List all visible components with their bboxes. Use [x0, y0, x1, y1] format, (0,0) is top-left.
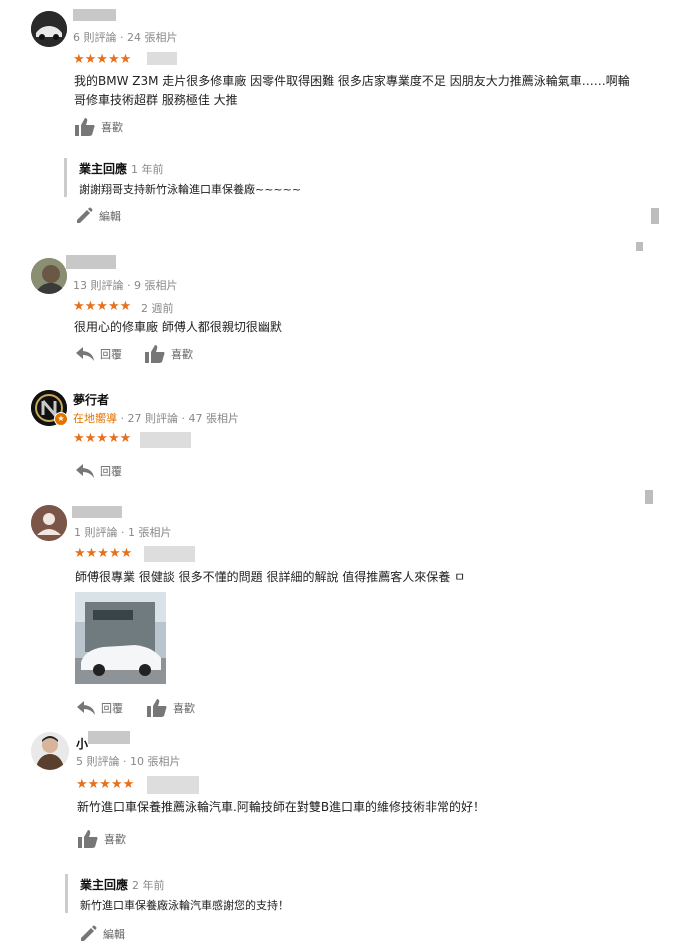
owner-reply-text: 謝謝翔哥支持新竹泳輪進口車保養廠~~~~~ — [79, 183, 302, 196]
reviewer-name[interactable]: 小 — [76, 735, 88, 752]
like-button[interactable]: 喜歡 — [147, 699, 195, 717]
review-time-redacted — [147, 52, 177, 65]
like-button[interactable]: 喜歡 — [78, 830, 126, 848]
reviewer-name-redacted[interactable] — [72, 506, 122, 518]
avatar-photo — [31, 732, 69, 770]
reply-icon — [76, 464, 94, 478]
reply-button[interactable]: 回覆 — [76, 463, 122, 479]
like-label: 喜歡 — [171, 348, 193, 361]
reviewer-meta: 6 則評論 · 24 張相片 — [73, 31, 178, 44]
reply-label: 回覆 — [100, 465, 122, 478]
reply-button[interactable]: 回覆 — [77, 700, 123, 716]
reviewer-name-redacted[interactable] — [73, 9, 116, 21]
reviewer-meta: 在地嚮導 · 27 則評論 · 47 張相片 — [73, 410, 239, 426]
review-time-redacted — [147, 776, 199, 794]
reply-label: 回覆 — [100, 348, 122, 361]
scrollbar-marker[interactable] — [645, 490, 653, 504]
reviewer-meta: 5 則評論 · 10 張相片 — [76, 755, 181, 768]
reply-label: 回覆 — [101, 702, 123, 715]
star-rating: ★★★★★ — [73, 299, 132, 314]
like-button[interactable]: 喜歡 — [145, 345, 193, 363]
avatar-car-image — [31, 11, 67, 47]
car-photo-image — [75, 592, 166, 684]
like-button[interactable]: 喜歡 — [75, 118, 123, 136]
star-rating: ★★★★★ — [76, 777, 135, 792]
like-label: 喜歡 — [104, 833, 126, 846]
star-rating: ★★★★★ — [74, 546, 133, 561]
avatar-photo — [31, 258, 67, 294]
reviewer-avatar[interactable] — [31, 505, 67, 541]
review-time-redacted — [144, 546, 195, 562]
owner-reply-label: 業主回應 — [80, 878, 129, 892]
review-text: 很用心的修車廠 師傅人都很親切很幽默 — [74, 320, 282, 334]
star-rating: ★★★★★ — [73, 52, 132, 67]
scrollbar-marker[interactable] — [651, 208, 659, 224]
edit-reply-button[interactable]: 編輯 — [79, 925, 125, 943]
reply-button[interactable]: 回覆 — [76, 346, 122, 362]
reviewer-avatar[interactable] — [31, 11, 67, 47]
reviewer-name-redacted[interactable] — [66, 255, 116, 269]
pencil-icon — [81, 925, 97, 941]
reviewer-avatar[interactable] — [31, 258, 67, 294]
pencil-icon — [77, 207, 93, 223]
owner-reply-text: 新竹進口車保養廠泳輪汽車感謝您的支持！ — [80, 899, 289, 912]
reviewer-meta: 13 則評論 · 9 張相片 — [73, 279, 178, 292]
reviewer-stats: · 27 則評論 · 47 張相片 — [120, 412, 239, 425]
reply-icon — [77, 701, 95, 715]
like-label: 喜歡 — [173, 702, 195, 715]
scrollbar-marker[interactable] — [636, 242, 643, 251]
star-rating: ★★★★★ — [73, 431, 132, 446]
thumb-up-icon — [75, 118, 95, 136]
reviewer-meta: 1 則評論 · 1 張相片 — [74, 526, 172, 539]
owner-reply: 業主回應 1 年前 謝謝翔哥支持新竹泳輪進口車保養廠~~~~~ — [64, 158, 499, 197]
edit-label: 編輯 — [99, 210, 121, 223]
reviewer-name[interactable]: 夢行者 — [73, 391, 109, 408]
owner-reply-time: 2 年前 — [132, 879, 165, 892]
review-photo[interactable] — [75, 592, 166, 684]
like-label: 喜歡 — [101, 121, 123, 134]
owner-reply-label: 業主回應 — [79, 162, 128, 176]
review-text: 新竹進口車保養推薦泳輪汽車.阿輪技師在對雙B進口車的維修技術非常的好！ — [77, 800, 486, 814]
owner-reply-time: 1 年前 — [131, 163, 164, 176]
review-text: 我的BMW Z3M 走片很多修車廠 因零件取得困難 很多店家專業度不足 因朋友大… — [74, 74, 630, 107]
thumb-up-icon — [145, 345, 165, 363]
reply-icon — [76, 347, 94, 361]
thumb-up-icon — [147, 699, 167, 717]
review-time: 2 週前 — [141, 302, 174, 315]
reviewer-avatar[interactable] — [31, 732, 69, 770]
reviewer-name-redacted[interactable] — [88, 731, 130, 744]
owner-reply: 業主回應 2 年前 新竹進口車保養廠泳輪汽車感謝您的支持！ — [65, 874, 500, 913]
edit-label: 編輯 — [103, 928, 125, 941]
local-guide-badge-icon: ★ — [54, 412, 68, 426]
local-guide-label: 在地嚮導 — [73, 412, 117, 425]
review-time-redacted — [140, 432, 191, 448]
edit-reply-button[interactable]: 編輯 — [75, 207, 121, 225]
default-person-icon — [31, 505, 67, 541]
thumb-up-icon — [78, 830, 98, 848]
review-text: 師傅很專業 很健談 很多不懂的問題 很詳細的解說 值得推薦客人來保養 ㅁ — [75, 570, 466, 584]
